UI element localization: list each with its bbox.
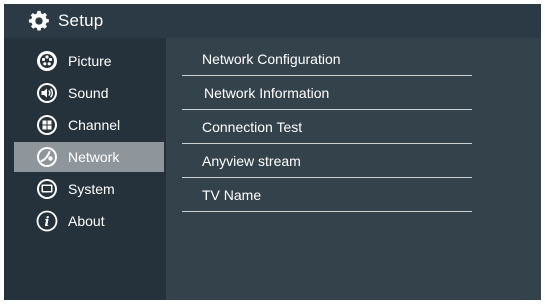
setup-header: Setup (4, 4, 541, 38)
sidebar-item-label: System (68, 181, 115, 197)
menu-item-network-information[interactable]: Network Information (182, 76, 472, 110)
network-icon (36, 146, 58, 168)
gear-icon (28, 10, 50, 32)
menu-item-anyview-stream[interactable]: Anyview stream (182, 144, 472, 178)
menu-item-network-configuration[interactable]: Network Configuration (182, 42, 472, 76)
menu-item-tv-name[interactable]: TV Name (182, 178, 472, 212)
sidebar-item-channel[interactable]: Channel (14, 110, 164, 140)
channel-grid-icon (36, 114, 58, 136)
sidebar-item-about[interactable]: i About (14, 206, 164, 236)
sidebar-item-network[interactable]: Network (14, 142, 164, 172)
menu-item-label: TV Name (202, 186, 262, 203)
speaker-icon (36, 82, 58, 104)
sidebar-item-label: Channel (68, 117, 121, 133)
sidebar-item-label: About (68, 213, 105, 229)
sidebar-item-system[interactable]: System (14, 174, 164, 204)
sidebar-item-label: Network (68, 149, 120, 165)
picture-icon (36, 50, 58, 72)
system-icon (36, 178, 58, 200)
page-title: Setup (58, 11, 104, 30)
sidebar-item-picture[interactable]: Picture (14, 46, 164, 76)
sidebar-item-label: Picture (68, 53, 112, 69)
svg-text:i: i (45, 215, 50, 230)
info-icon: i (36, 210, 58, 232)
menu-item-label: Network Information (204, 84, 330, 101)
network-menu-panel: Network Configuration Network Informatio… (166, 38, 541, 300)
settings-sidebar: Picture Sound Channel Network System i A… (4, 38, 166, 300)
menu-item-label: Anyview stream (202, 152, 301, 169)
menu-item-label: Connection Test (202, 118, 303, 135)
sidebar-item-label: Sound (68, 85, 109, 101)
sidebar-item-sound[interactable]: Sound (14, 78, 164, 108)
tv-setup-screen: Setup Picture Sound Channel Network Syst… (4, 4, 541, 300)
menu-item-label: Network Configuration (202, 50, 341, 67)
menu-item-connection-test[interactable]: Connection Test (182, 110, 472, 144)
